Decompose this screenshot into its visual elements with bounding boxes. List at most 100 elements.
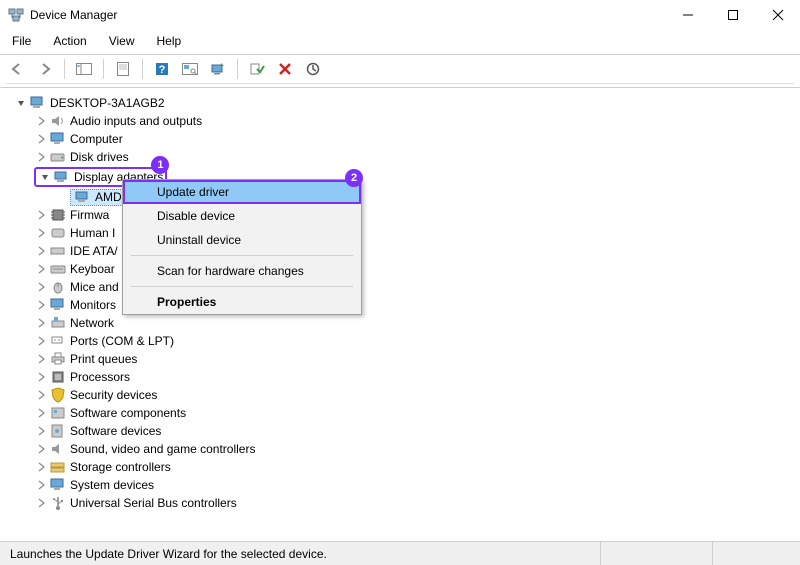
ctx-properties[interactable]: Properties [123, 290, 361, 314]
menu-file[interactable]: File [8, 32, 35, 50]
tree-item-print-queues[interactable]: Print queues [10, 350, 790, 368]
disk-icon [50, 149, 66, 165]
chevron-right-icon[interactable] [34, 244, 48, 258]
tree-item-disk[interactable]: Disk drives [10, 148, 790, 166]
tree-item-software-components[interactable]: Software components [10, 404, 790, 422]
uninstall-device-button[interactable] [274, 58, 296, 80]
tree-item-computer[interactable]: Computer [10, 130, 790, 148]
tree-label: Security devices [70, 388, 157, 402]
enable-device-button[interactable] [246, 58, 268, 80]
menu-action[interactable]: Action [49, 32, 90, 50]
menu-view[interactable]: View [105, 32, 139, 50]
menu-help[interactable]: Help [153, 32, 186, 50]
chevron-right-icon[interactable] [34, 406, 48, 420]
show-hide-tree-button[interactable] [73, 58, 95, 80]
ctx-scan-hardware[interactable]: Scan for hardware changes [123, 259, 361, 283]
tree-item-storage[interactable]: Storage controllers [10, 458, 790, 476]
status-cell [600, 542, 712, 565]
chevron-right-icon[interactable] [34, 208, 48, 222]
tree-label: Firmwa [70, 208, 109, 222]
annotation-badge: 2 [345, 169, 363, 187]
tree-label: Software components [70, 406, 186, 420]
device-tree[interactable]: DESKTOP-3A1AGB2 Audio inputs and outputs… [0, 88, 800, 518]
tree-label: Computer [70, 132, 123, 146]
port-icon [50, 333, 66, 349]
toolbar-separator [64, 59, 65, 79]
chevron-down-icon[interactable] [14, 96, 28, 110]
scan-hardware-button[interactable] [179, 58, 201, 80]
chevron-right-icon[interactable] [34, 298, 48, 312]
tree-item-system[interactable]: System devices [10, 476, 790, 494]
ctx-label: Properties [157, 295, 216, 309]
chevron-right-icon[interactable] [34, 496, 48, 510]
forward-button[interactable] [34, 58, 56, 80]
chevron-right-icon[interactable] [34, 460, 48, 474]
chevron-right-icon[interactable] [34, 132, 48, 146]
update-driver-button[interactable] [207, 58, 229, 80]
computer-icon [30, 95, 46, 111]
component-icon [50, 405, 66, 421]
tree-item-audio[interactable]: Audio inputs and outputs [10, 112, 790, 130]
window-title: Device Manager [30, 8, 665, 22]
speaker-icon [50, 441, 66, 457]
chevron-right-icon[interactable] [34, 424, 48, 438]
ctx-update-driver[interactable]: Update driver 2 [123, 180, 361, 204]
keyboard-icon [50, 261, 66, 277]
chevron-right-icon[interactable] [34, 280, 48, 294]
minimize-button[interactable] [665, 0, 710, 30]
chevron-right-icon[interactable] [34, 442, 48, 456]
chevron-right-icon[interactable] [34, 370, 48, 384]
ctx-separator [131, 286, 353, 287]
mouse-icon [50, 279, 66, 295]
tree-item-ports[interactable]: Ports (COM & LPT) [10, 332, 790, 350]
tree-label: Sound, video and game controllers [70, 442, 255, 456]
properties-button[interactable] [112, 58, 134, 80]
chevron-right-icon[interactable] [34, 316, 48, 330]
tree-label: Universal Serial Bus controllers [70, 496, 237, 510]
chevron-down-icon[interactable] [38, 170, 52, 184]
tree-item-network[interactable]: Network [10, 314, 790, 332]
chevron-right-icon[interactable] [34, 388, 48, 402]
maximize-button[interactable] [710, 0, 755, 30]
chevron-right-icon[interactable] [34, 334, 48, 348]
chevron-right-icon[interactable] [34, 478, 48, 492]
status-bar: Launches the Update Driver Wizard for th… [0, 541, 800, 565]
toolbar-separator [142, 59, 143, 79]
annotation-badge: 1 [151, 156, 169, 174]
ctx-uninstall-device[interactable]: Uninstall device [123, 228, 361, 252]
app-icon [8, 7, 24, 23]
tree-item-sound[interactable]: Sound, video and game controllers [10, 440, 790, 458]
system-icon [50, 477, 66, 493]
tree-item-processors[interactable]: Processors [10, 368, 790, 386]
status-cell [712, 542, 800, 565]
ctx-label: Disable device [157, 209, 235, 223]
speaker-icon [50, 113, 66, 129]
chevron-right-icon[interactable] [34, 114, 48, 128]
software-icon [50, 423, 66, 439]
tree-label: Mice and [70, 280, 119, 294]
tree-root-label: DESKTOP-3A1AGB2 [50, 96, 165, 110]
close-button[interactable] [755, 0, 800, 30]
ctx-disable-device[interactable]: Disable device [123, 204, 361, 228]
tree-item-usb[interactable]: Universal Serial Bus controllers [10, 494, 790, 512]
context-menu: Update driver 2 Disable device Uninstall… [122, 179, 362, 315]
tree-item-security[interactable]: Security devices [10, 386, 790, 404]
disable-device-button[interactable] [302, 58, 324, 80]
help-button[interactable]: ? [151, 58, 173, 80]
chevron-right-icon[interactable] [34, 262, 48, 276]
tree-label: Keyboar [70, 262, 115, 276]
toolbar: ? [0, 54, 800, 88]
chevron-right-icon[interactable] [34, 150, 48, 164]
tree-label: System devices [70, 478, 154, 492]
tree-label: Ports (COM & LPT) [70, 334, 174, 348]
tree-root[interactable]: DESKTOP-3A1AGB2 [10, 94, 790, 112]
printer-icon [50, 351, 66, 367]
network-icon [50, 315, 66, 331]
back-button[interactable] [6, 58, 28, 80]
cpu-icon [50, 369, 66, 385]
tree-label: Human I [70, 226, 115, 240]
chevron-right-icon[interactable] [34, 352, 48, 366]
status-text: Launches the Update Driver Wizard for th… [10, 547, 327, 561]
chevron-right-icon[interactable] [34, 226, 48, 240]
tree-item-software-devices[interactable]: Software devices [10, 422, 790, 440]
